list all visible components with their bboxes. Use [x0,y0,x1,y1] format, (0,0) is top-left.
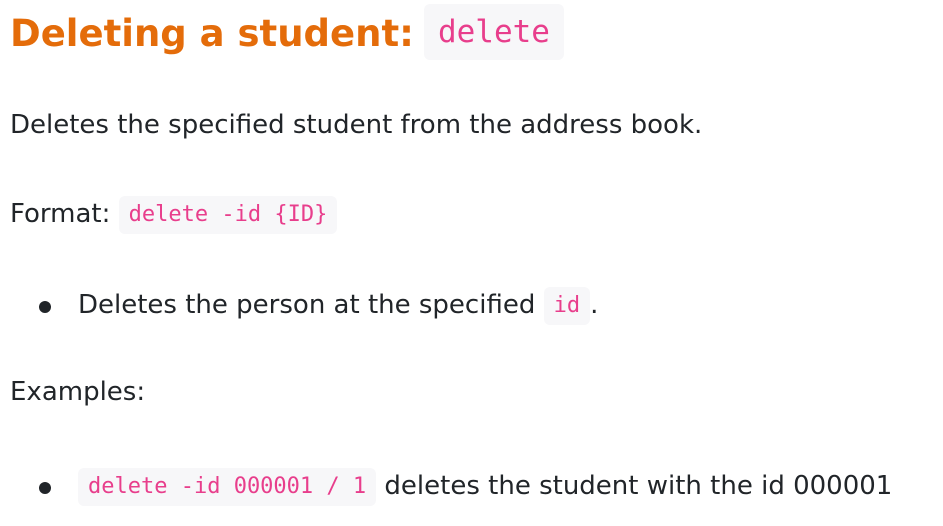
format-code: delete -id {ID} [118,195,338,234]
heading-text: Deleting a student: [10,12,414,55]
bullet-icon [39,301,51,313]
example-text: deletes the student with the id 000001 [384,471,893,501]
examples-list: delete -id 000001 / 1 deletes the studen… [10,466,892,506]
examples-label: Examples: [10,377,146,407]
section-heading: Deleting a student: delete [10,4,564,64]
note-code: id [543,286,591,325]
list-item: Deletes the person at the specified id. [10,285,598,325]
heading-command-code: delete [423,4,564,60]
format-label: Format: [10,199,111,229]
format-line: Format: delete -id {ID} [10,194,338,234]
bullet-icon [39,482,51,494]
note-text-after: . [590,290,599,320]
example-code: delete -id 000001 / 1 [78,467,377,506]
format-notes-list: Deletes the person at the specified id. [10,285,598,325]
note-text: Deletes the person at the specified [78,290,536,320]
list-item: delete -id 000001 / 1 deletes the studen… [10,466,892,506]
command-description: Deletes the specified student from the a… [10,110,703,140]
